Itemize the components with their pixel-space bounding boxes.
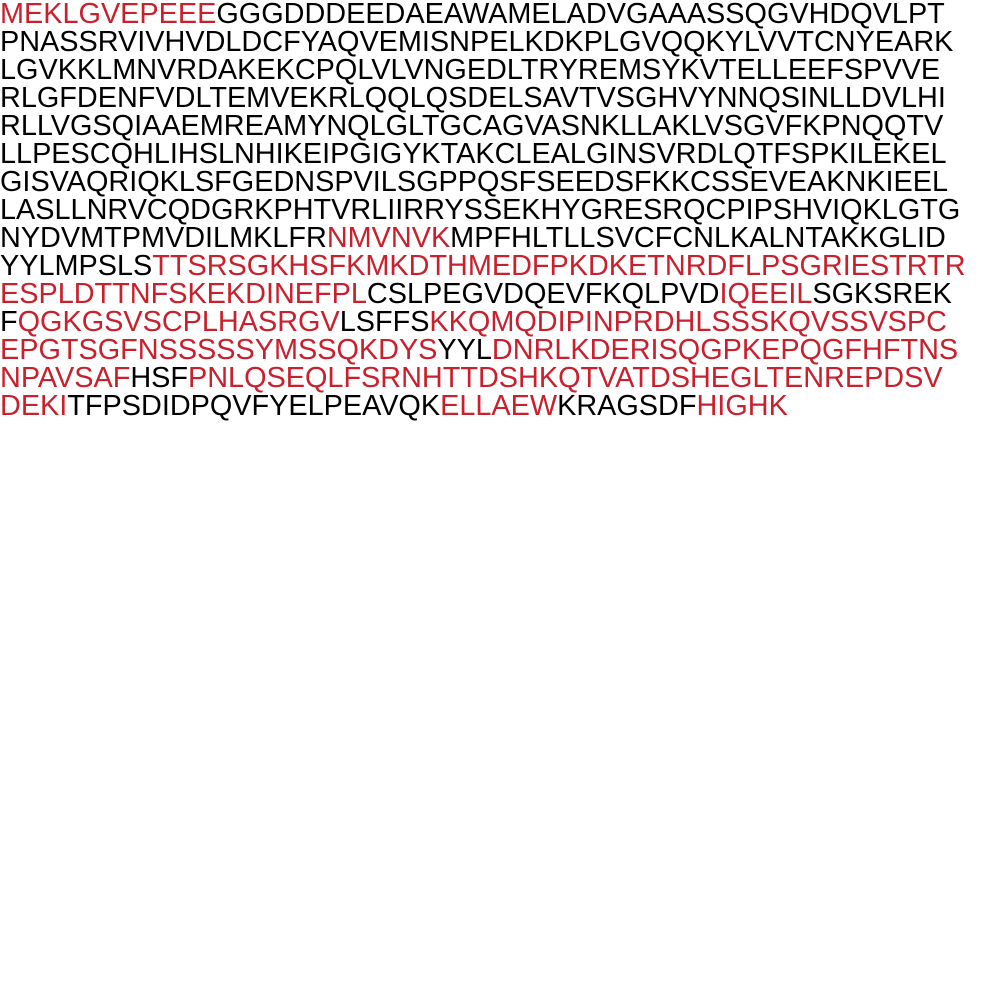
sequence-segment: TFPSDIDPQVFYELPEAVQK xyxy=(67,390,441,422)
sequence-line: PNASSRVIVHVDLDCFYAQVEMISNPELKDKPLGVQQKYL… xyxy=(0,28,1003,57)
sequence-view: MEKLGVEPEEEGGGDDDEEDAEAWAMELADVGAAASSQGV… xyxy=(0,0,1005,1000)
sequence-line: YYLMPSLSTTSRSGKHSFKMKDTHMEDFPKDKETNRDFLP… xyxy=(0,252,1003,281)
sequence-line: LLPESCQHLIHSLNHIKEIPGIGYKTAKCLEALGINSVRD… xyxy=(0,140,1003,169)
sequence-line: RLGFDENFVDLTEMVEKRLQQLQSDELSAVTVSGHVYNNQ… xyxy=(0,84,1003,113)
sequence-segment: KRAGSDF xyxy=(557,390,697,422)
sequence-line: ESPLDTTNFSKEKDINEFPLCSLPEGVDQEVFKQLPVDIQ… xyxy=(0,280,1003,309)
sequence-line: MEKLGVEPEEEGGGDDDEEDAEAWAMELADVGAAASSQGV… xyxy=(0,0,1003,28)
sequence-segment: HIGHK xyxy=(696,390,788,422)
sequence-line: GISVAQRIQKLSFGEDNSPVILSGPPQSFSEEDSFKKCSS… xyxy=(0,168,1003,197)
sequence-line: RLLVGSQIAAEMREAMYNQLGLTGCAGVASNKLLAKLVSG… xyxy=(0,112,1003,141)
sequence-line: LGVKKLMNVRDAKEKCPQLVLVNGEDLTRYREMSYKVTEL… xyxy=(0,56,1003,85)
sequence-line: EPGTSGFNSSSSSYMSSQKDYSYYLDNRLKDERISQGPKE… xyxy=(0,336,1003,365)
sequence-line: LASLLNRVCQDGRKPHTVRLIIRRYSSEKHYGRESRQCPI… xyxy=(0,196,1003,225)
sequence-line: DEKITFPSDIDPQVFYELPEAVQKELLAEWKRAGSDFHIG… xyxy=(0,390,1003,422)
sequence-line: NYDVMTPMVDILMKLFRNMVNVKMPFHLTLLSVCFCNLKA… xyxy=(0,224,1003,253)
sequence-segment: DEKI xyxy=(0,390,68,422)
sequence-line: NPAVSAFHSFPNLQSEQLFSRNHTTDSHKQTVATDSHEGL… xyxy=(0,364,1003,393)
sequence-line: FQGKGSVSCPLHASRGVLSFFSKKQMQDIPINPRDHLSSS… xyxy=(0,308,1003,337)
sequence-segment: ELLAEW xyxy=(440,390,558,422)
